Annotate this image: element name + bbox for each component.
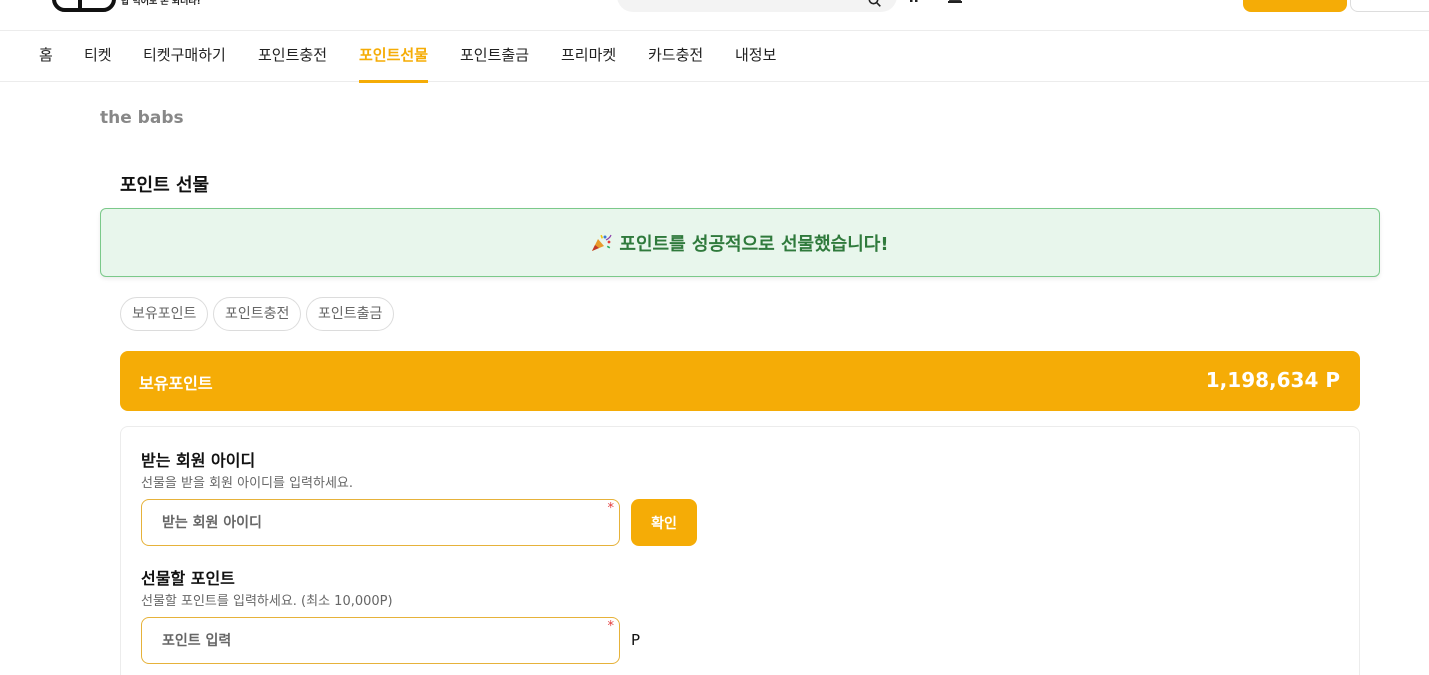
recipient-label: 받는 회원 아이디 <box>141 451 256 470</box>
store-icon[interactable] <box>948 0 962 4</box>
balance-value: 1,198,634 P <box>1205 368 1340 392</box>
user-icon[interactable] <box>1030 0 1044 4</box>
signup-button[interactable] <box>1350 0 1429 12</box>
subtab-balance[interactable]: 보유포인트 <box>120 297 209 331</box>
confirm-button[interactable]: 확인 <box>631 499 697 546</box>
recipient-help: 선물을 받을 회원 아이디를 입력하세요. <box>141 476 354 491</box>
recipient-field[interactable]: * <box>141 499 620 546</box>
subtab-charge[interactable]: 포인트충전 <box>213 297 302 331</box>
login-button[interactable] <box>1243 0 1347 12</box>
gift-form: 받는 회원 아이디 선물을 받을 회원 아이디를 입력하세요. * 확인 선물할… <box>120 426 1360 675</box>
logo-slogan: 밥 먹어도 돈 되더라! <box>121 0 201 7</box>
points-help: 선물할 포인트를 입력하세요. (최소 10,000P) <box>141 594 393 609</box>
search-input[interactable] <box>617 0 897 12</box>
search-icon[interactable] <box>868 0 881 7</box>
top-header: 밥 먹어도 돈 되더라! <box>0 0 1429 31</box>
nav-item-card-charge[interactable]: 카드충전 <box>648 31 703 82</box>
points-input[interactable] <box>142 618 619 663</box>
breadcrumb[interactable]: the babs <box>100 108 184 128</box>
nav-item-ticket-purchase[interactable]: 티켓구매하기 <box>143 31 226 82</box>
nav-item-flea-market[interactable]: 프리마켓 <box>561 31 616 82</box>
required-mark: * <box>607 619 615 634</box>
page-title: 포인트 선물 <box>120 175 210 196</box>
nav-item-point-withdraw[interactable]: 포인트출금 <box>460 31 529 82</box>
page: 밥 먹어도 돈 되더라! 홈 티켓 티켓구매하기 포인트충전 포인트선물 포인트… <box>0 0 1429 675</box>
balance-bar: 보유포인트 1,198,634 P <box>120 351 1360 411</box>
notification-icon[interactable] <box>990 0 1004 4</box>
nav-item-ticket[interactable]: 티켓 <box>84 31 112 82</box>
subtab-withdraw[interactable]: 포인트출금 <box>306 297 395 331</box>
logo[interactable] <box>52 0 116 12</box>
points-field[interactable]: * <box>141 617 620 664</box>
nav-item-home[interactable]: 홈 <box>39 31 53 82</box>
points-unit: P <box>631 631 641 649</box>
nav-item-point-gift[interactable]: 포인트선물 <box>359 31 429 83</box>
nav-item-my-info[interactable]: 내정보 <box>735 31 776 82</box>
ticket-icon[interactable] <box>908 0 922 4</box>
balance-label: 보유포인트 <box>139 374 213 393</box>
recipient-input[interactable] <box>142 500 619 545</box>
required-mark: * <box>607 501 615 516</box>
success-banner: 포인트를 성공적으로 선물했습니다! <box>100 208 1380 277</box>
nav-item-point-charge[interactable]: 포인트충전 <box>258 31 327 82</box>
points-label: 선물할 포인트 <box>141 569 235 588</box>
party-popper-icon <box>592 234 612 251</box>
main-nav: 홈 티켓 티켓구매하기 포인트충전 포인트선물 포인트출금 프리마켓 카드충전 … <box>0 31 1429 83</box>
success-message: 포인트를 성공적으로 선물했습니다! <box>619 233 889 255</box>
